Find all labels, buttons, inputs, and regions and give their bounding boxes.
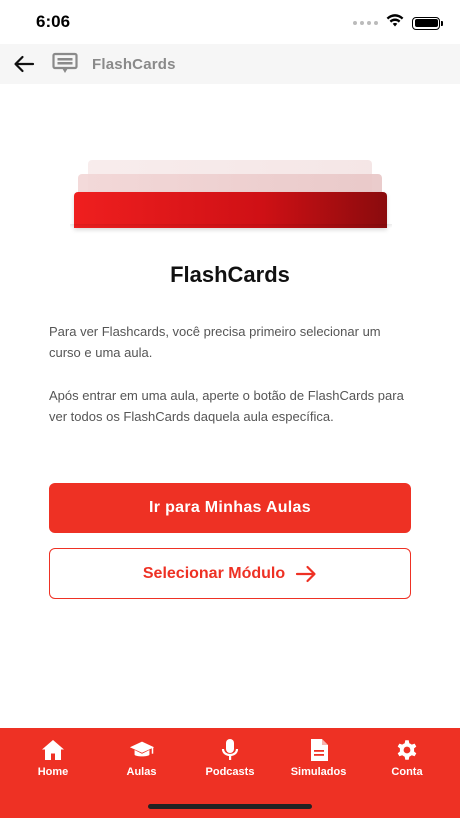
go-to-my-classes-label: Ir para Minhas Aulas bbox=[149, 499, 311, 516]
header-title: FlashCards bbox=[92, 55, 176, 73]
nav-item-podcasts[interactable]: Podcasts bbox=[191, 738, 269, 778]
arrow-right-icon bbox=[296, 565, 316, 582]
document-icon bbox=[306, 738, 332, 762]
microphone-icon bbox=[217, 738, 243, 762]
nav-item-aulas[interactable]: Aulas bbox=[103, 738, 181, 778]
app-header: FlashCards bbox=[0, 44, 460, 84]
back-button[interactable] bbox=[12, 52, 36, 76]
wifi-icon bbox=[386, 14, 404, 32]
home-icon bbox=[40, 738, 66, 762]
nav-item-conta[interactable]: Conta bbox=[368, 738, 446, 778]
arrow-left-icon bbox=[14, 55, 35, 73]
go-to-my-classes-button[interactable]: Ir para Minhas Aulas bbox=[49, 483, 411, 533]
page-title: FlashCards bbox=[170, 262, 290, 287]
select-module-button[interactable]: Selecionar Módulo bbox=[49, 548, 411, 599]
instruction-text-2: Após entrar em uma aula, aperte o botão … bbox=[49, 388, 404, 424]
status-bar: 6:06 bbox=[0, 0, 460, 44]
flashcards-icon bbox=[52, 52, 78, 76]
nav-label-simulados: Simulados bbox=[290, 766, 347, 778]
card-shadow bbox=[70, 224, 392, 228]
graduation-cap-icon bbox=[129, 738, 155, 762]
nav-label-podcasts: Podcasts bbox=[205, 766, 255, 778]
home-indicator[interactable] bbox=[148, 804, 312, 809]
bottom-navigation: Home Aulas Podcasts Simulados Conta bbox=[0, 728, 460, 818]
nav-label-home: Home bbox=[37, 766, 69, 778]
nav-label-aulas: Aulas bbox=[126, 766, 157, 778]
nav-item-simulados[interactable]: Simulados bbox=[280, 738, 358, 778]
status-indicators bbox=[353, 14, 443, 32]
gear-icon bbox=[394, 738, 420, 762]
card-front-layer bbox=[74, 192, 387, 228]
battery-icon bbox=[412, 16, 443, 30]
select-module-label: Selecionar Módulo bbox=[142, 564, 286, 582]
instruction-text-1: Para ver Flashcards, você precisa primei… bbox=[49, 324, 381, 360]
nav-label-conta: Conta bbox=[391, 766, 423, 778]
flashcards-illustration bbox=[70, 158, 392, 228]
cellular-signal-icon bbox=[353, 21, 378, 25]
nav-item-home[interactable]: Home bbox=[14, 738, 92, 778]
status-time: 6:06 bbox=[36, 12, 71, 31]
